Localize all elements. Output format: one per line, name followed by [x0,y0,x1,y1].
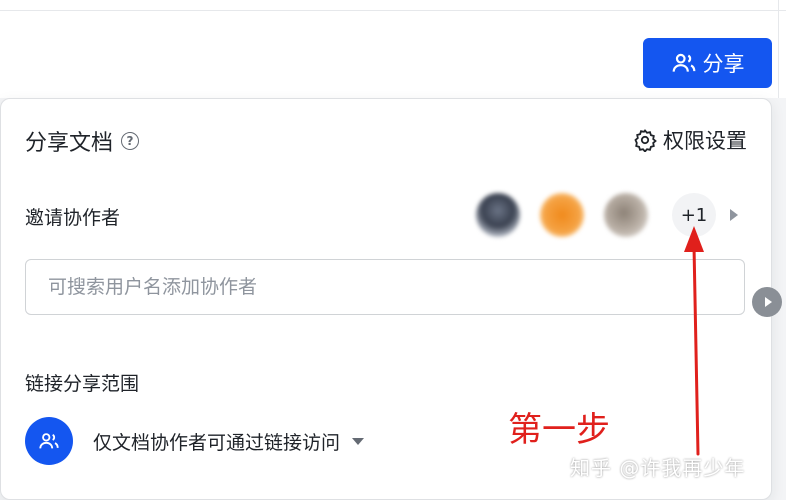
annotation-arrow [684,226,704,456]
panel-title-row: 分享文档 ? [25,125,140,157]
gear-icon [634,129,657,152]
avatar[interactable] [604,193,648,237]
avatar[interactable] [476,193,520,237]
watermark: 知乎 @许我再少年 [570,456,746,480]
right-divider [778,0,779,98]
share-panel: 分享文档 ? 权限设置 邀请协作者 +1 链接分享范围 仅文档协作者可通过链接访… [0,98,772,500]
users-icon [25,417,73,465]
question-circle-icon[interactable]: ? [121,132,140,150]
permission-settings-button[interactable]: 权限设置 [633,125,747,155]
link-share-scope-label: 链接分享范围 [25,373,140,395]
panel-title: 分享文档 [25,131,114,156]
top-divider [0,10,786,11]
chevron-right-icon [764,297,772,307]
link-scope-dropdown[interactable]: 仅文档协作者可通过链接访问 [25,417,365,465]
users-icon [672,53,695,72]
link-scope-value: 仅文档协作者可通过链接访问 [93,431,341,454]
side-scroll-button[interactable] [752,287,782,317]
share-button[interactable]: 分享 [643,38,772,88]
avatar[interactable] [540,193,584,237]
top-bar: 分享 [0,0,786,98]
step-annotation: 第一步 [508,410,610,450]
chevron-right-icon[interactable] [730,209,738,221]
permission-settings-label: 权限设置 [663,129,747,153]
collaborator-search-input[interactable] [25,259,745,315]
invite-collaborators-label: 邀请协作者 [25,207,121,229]
share-button-label: 分享 [702,52,745,76]
caret-down-icon [352,437,365,445]
